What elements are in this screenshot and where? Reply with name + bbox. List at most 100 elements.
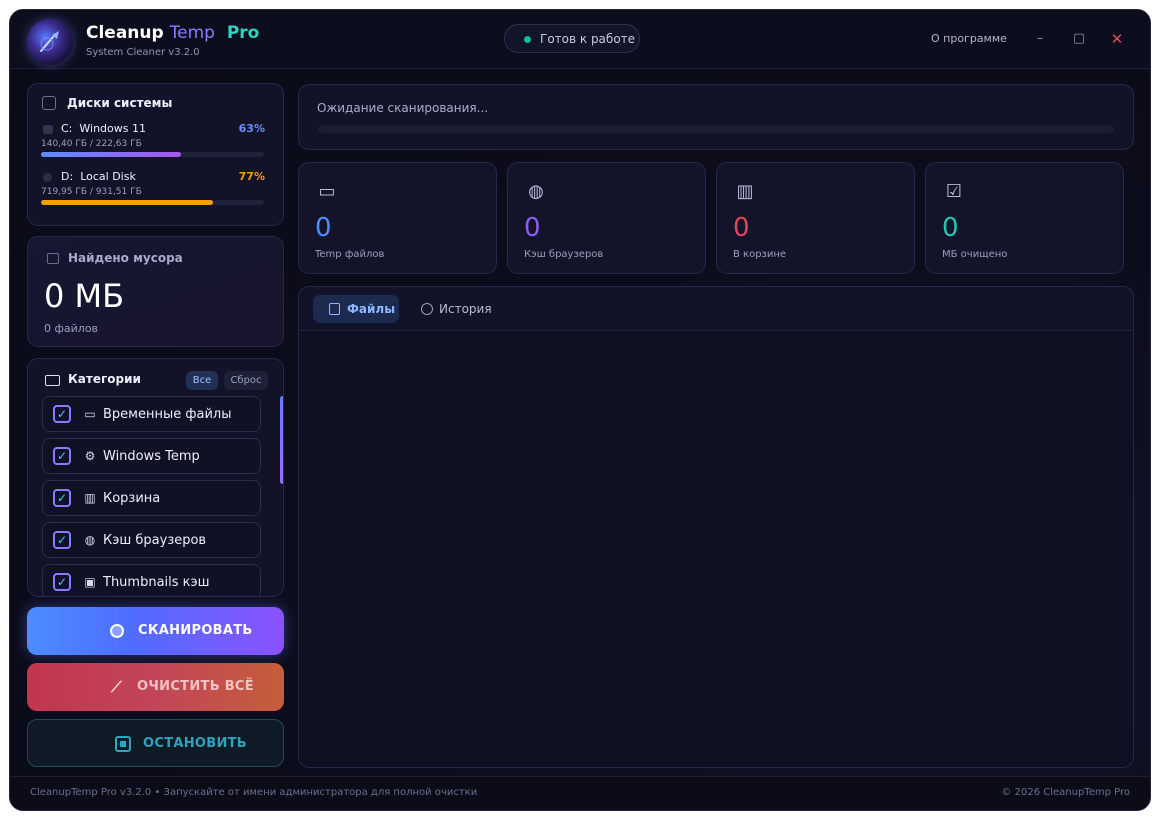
app-title-pro: Pro [226, 23, 260, 43]
stat-label: Кэш браузеров [524, 249, 604, 260]
reset-button[interactable]: Сброс [224, 371, 268, 390]
junk-found-count: 0 файлов [44, 322, 99, 335]
folder-icon: ▭ [318, 181, 336, 202]
stat-value: 0 [733, 213, 750, 243]
category-item-browser-cache[interactable]: ✓ ◍ Кэш браузеров [42, 522, 261, 558]
minimize-button[interactable]: – [1028, 27, 1052, 51]
status-dot-icon [524, 36, 531, 43]
drive-icon [42, 96, 56, 110]
category-checkbox[interactable]: ✓ [53, 531, 71, 549]
globe-icon: ◍ [528, 181, 544, 202]
stop-icon [115, 736, 131, 752]
trash-icon: ▥ [84, 491, 96, 505]
progress-card: Ожидание сканирования... [298, 84, 1134, 150]
disks-header: Диски системы [67, 96, 173, 110]
select-all-button[interactable]: Все [186, 371, 218, 390]
category-label: Корзина [103, 491, 161, 506]
category-label: Windows Temp [103, 449, 200, 464]
stop-button[interactable]: ОСТАНОВИТЬ [27, 719, 284, 767]
disk-usage-bar [41, 152, 264, 157]
folder-icon: ▭ [84, 407, 96, 421]
category-checkbox[interactable]: ✓ [53, 573, 71, 591]
progress-bar [318, 125, 1114, 133]
category-item-temp-files[interactable]: ✓ ▭ Временные файлы [42, 396, 261, 432]
disk-name: D: Local Disk [61, 170, 136, 183]
junk-found-card: Найдено мусора 0 МБ 0 файлов [27, 236, 284, 347]
globe-icon: ◍ [84, 533, 96, 547]
progress-status-text: Ожидание сканирования... [317, 101, 489, 115]
close-button[interactable]: ✕ [1105, 27, 1129, 51]
broom-logo-icon [40, 31, 59, 52]
category-label: Временные файлы [103, 407, 232, 422]
status-text: Готов к работе [540, 32, 636, 46]
category-list: ✓ ▭ Временные файлы ✓ ⚙ Windows Temp ✓ ▥… [42, 396, 261, 596]
clock-icon [421, 303, 433, 315]
disk-icon [43, 125, 53, 134]
disk-percent: 63% [238, 122, 265, 135]
results-panel: Файлы История [298, 286, 1134, 768]
disk-icon [43, 173, 52, 182]
category-scrollbar[interactable] [280, 396, 283, 484]
disk-usage-bar [41, 200, 264, 205]
about-link[interactable]: О программе [931, 32, 1007, 45]
scan-button-label: СКАНИРОВАТЬ [138, 623, 253, 638]
categories-header: Категории [68, 372, 141, 386]
scan-button[interactable]: СКАНИРОВАТЬ [27, 607, 284, 655]
title-bar: Cleanup Temp Pro System Cleaner v3.2.0 Г… [10, 10, 1150, 69]
status-badge: Готов к работе [504, 24, 640, 53]
stat-value: 0 [942, 213, 959, 243]
trash-icon [47, 253, 59, 264]
file-icon [329, 303, 340, 315]
stat-cleaned: ☑ 0 МБ очищено [925, 162, 1124, 274]
disk-size: 140,40 ГБ / 222,63 ГБ [41, 139, 142, 149]
category-checkbox[interactable]: ✓ [53, 489, 71, 507]
clean-all-button[interactable]: ⟋ ОЧИСТИТЬ ВСЁ [27, 663, 284, 711]
app-title-temp: Temp [169, 23, 215, 43]
stat-temp-files: ▭ 0 Temp файлов [298, 162, 497, 274]
category-item-recycle-bin[interactable]: ✓ ▥ Корзина [42, 480, 261, 516]
category-item-windows-temp[interactable]: ✓ ⚙ Windows Temp [42, 438, 261, 474]
maximize-button[interactable]: ▢ [1067, 27, 1091, 51]
stat-label: В корзине [733, 249, 787, 260]
stat-value: 0 [524, 213, 541, 243]
junk-found-header: Найдено мусора [68, 251, 183, 265]
search-icon [110, 624, 124, 638]
disks-card: Диски системы C: Windows 11 63% 140,40 Г… [27, 83, 284, 226]
category-checkbox[interactable]: ✓ [53, 405, 71, 423]
stat-browser-cache: ◍ 0 Кэш браузеров [507, 162, 706, 274]
stat-label: МБ очищено [942, 249, 1008, 260]
category-checkbox[interactable]: ✓ [53, 447, 71, 465]
clean-all-button-label: ОЧИСТИТЬ ВСЁ [137, 679, 254, 694]
disk-name: C: Windows 11 [61, 122, 146, 135]
folder-open-icon [45, 375, 60, 386]
minimize-icon: – [1036, 31, 1044, 46]
tab-files[interactable]: Файлы [313, 295, 399, 323]
disk-percent: 77% [238, 170, 265, 183]
app-title-main: Cleanup [86, 23, 164, 43]
app-title: Cleanup Temp Pro [86, 23, 259, 43]
disk-usage-fill [41, 200, 213, 205]
tab-bar: Файлы История [299, 287, 1133, 331]
close-icon: ✕ [1110, 30, 1124, 48]
stat-label: Temp файлов [315, 249, 385, 260]
stat-recycle-bin: ▥ 0 В корзине [716, 162, 915, 274]
tab-history-label: История [439, 302, 492, 316]
category-label: Кэш браузеров [103, 533, 207, 548]
category-item-thumbnails[interactable]: ✓ ▣ Thumbnails кэш [42, 564, 261, 596]
disk-usage-fill [41, 152, 182, 157]
stat-value: 0 [315, 213, 332, 243]
check-icon: ☑ [945, 181, 963, 202]
broom-icon: ⟋ [111, 678, 122, 696]
app-window: Cleanup Temp Pro System Cleaner v3.2.0 Г… [9, 9, 1151, 811]
tab-history[interactable]: История [413, 295, 493, 323]
footer-info: CleanupTemp Pro v3.2.0 • Запускайте от и… [30, 787, 478, 798]
tab-files-label: Файлы [347, 302, 396, 316]
app-subtitle: System Cleaner v3.2.0 [86, 47, 200, 58]
category-label: Thumbnails кэш [103, 575, 210, 590]
trash-icon: ▥ [736, 181, 754, 202]
image-icon: ▣ [84, 575, 96, 589]
categories-card: Категории Все Сброс ✓ ▭ Временные файлы … [27, 358, 284, 597]
app-logo [27, 19, 73, 65]
maximize-icon: ▢ [1072, 31, 1086, 46]
disk-size: 719,95 ГБ / 931,51 ГБ [41, 187, 142, 197]
